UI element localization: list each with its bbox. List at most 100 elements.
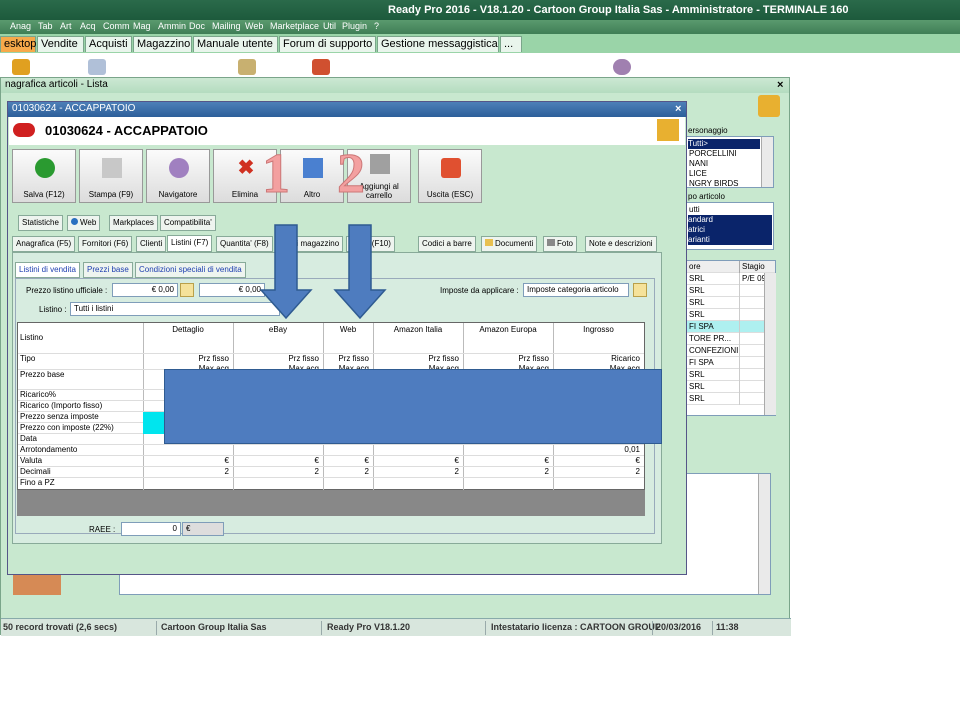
grid-cell-highlight[interactable] xyxy=(143,412,165,423)
grid-cell[interactable]: € xyxy=(373,456,459,465)
menu-item-plugin[interactable]: Plugin xyxy=(342,21,367,31)
exit-button[interactable]: Uscita (ESC) xyxy=(418,149,482,203)
list-item[interactable]: Tutti> xyxy=(688,139,760,149)
list-item[interactable]: arianti xyxy=(688,235,772,245)
table-row[interactable]: SRL P/E 09 xyxy=(687,273,775,285)
tab-foto[interactable]: Foto xyxy=(543,236,578,252)
prezzo-listino-input-2[interactable]: € 0,00 xyxy=(199,283,265,297)
menu-item-tab[interactable]: Tab xyxy=(38,21,53,31)
menu-item-acq[interactable]: Acq xyxy=(80,21,96,31)
tab-listini-vendita[interactable]: Listini di vendita xyxy=(15,262,80,278)
list-item[interactable]: PORCELLINI xyxy=(689,149,737,159)
supplier-table-scrollbar[interactable] xyxy=(764,273,776,415)
table-row[interactable]: TORE PR... xyxy=(687,333,775,345)
grid-cell[interactable]: € xyxy=(463,456,549,465)
grid-cell[interactable]: Prz fisso xyxy=(143,354,229,363)
tab-desktop[interactable]: esktop xyxy=(0,36,36,52)
menu-item-help[interactable]: ? xyxy=(374,21,379,31)
prezzo-listino-input[interactable]: € 0,00 xyxy=(112,283,178,297)
table-row[interactable]: SRL xyxy=(687,393,775,405)
tab-magazzino[interactable]: di magazzino xyxy=(288,236,344,252)
menu-item-comm[interactable]: Comm xyxy=(103,21,130,31)
tab-marketplaces[interactable]: Markplaces xyxy=(109,215,158,231)
tab-clienti[interactable]: Clienti xyxy=(136,236,167,252)
raee-input[interactable]: 0 xyxy=(121,522,181,536)
table-row[interactable]: FI SPA xyxy=(687,357,775,369)
tab-magazzino[interactable]: Magazzino xyxy=(133,36,192,52)
tab-listini[interactable]: Listini (F7) xyxy=(167,235,213,252)
list-item[interactable]: NGRY BIRDS xyxy=(689,179,739,189)
grid-cell[interactable]: € xyxy=(553,456,640,465)
navigator-button[interactable]: Navigatore xyxy=(146,149,210,203)
menu-item-web[interactable]: Web xyxy=(245,21,263,31)
personaggio-list[interactable]: Tutti> PORCELLINI NANI LICE NGRY BIRDS xyxy=(686,136,774,188)
grid-column-header[interactable]: Amazon Italia xyxy=(373,325,463,334)
grid-column-header[interactable]: Dettaglio xyxy=(143,325,233,334)
tab-note[interactable]: Note e descrizioni xyxy=(585,236,657,252)
table-row[interactable]: SRL xyxy=(687,381,775,393)
table-row[interactable]: SRL xyxy=(687,369,775,381)
tab-documenti[interactable]: Documenti xyxy=(481,236,538,252)
grid-cell[interactable]: Prz fisso xyxy=(323,354,369,363)
tab-web[interactable]: Web xyxy=(67,215,101,231)
table-row[interactable]: SRL xyxy=(687,285,775,297)
list-item[interactable]: atrici xyxy=(688,225,772,235)
menu-item-marketplace[interactable]: Marketplace xyxy=(270,21,319,31)
menu-item-ammin[interactable]: Ammin xyxy=(158,21,186,31)
save-button[interactable]: Salva (F12) xyxy=(12,149,76,203)
folder-icon[interactable] xyxy=(180,283,194,297)
grid-cell[interactable]: 2 xyxy=(373,467,459,476)
tab-statistiche[interactable]: Statistiche xyxy=(18,215,63,231)
grid-cell[interactable]: 2 xyxy=(323,467,369,476)
list-close-icon[interactable]: × xyxy=(777,79,783,91)
grid-cell[interactable]: Ricarico xyxy=(553,354,640,363)
grid-cell[interactable]: Prz fisso xyxy=(373,354,459,363)
tab-manuale-utente[interactable]: Manuale utente xyxy=(193,36,278,52)
notes-scrollbar[interactable] xyxy=(758,474,770,594)
table-row[interactable]: CONFEZIONI xyxy=(687,345,775,357)
personaggio-scrollbar[interactable] xyxy=(761,137,773,187)
print-button[interactable]: Stampa (F9) xyxy=(79,149,143,203)
grid-column-header[interactable]: eBay xyxy=(233,325,323,334)
navigator-icon[interactable] xyxy=(613,59,631,75)
tab-forum[interactable]: Forum di supporto xyxy=(279,36,376,52)
grid-cell[interactable]: 2 xyxy=(143,467,229,476)
article-close-icon[interactable]: × xyxy=(675,103,681,115)
calculator-icon[interactable] xyxy=(88,59,106,75)
list-item[interactable]: NANI xyxy=(689,159,708,169)
grid-cell[interactable]: Prz fisso xyxy=(463,354,549,363)
chart-icon[interactable] xyxy=(312,59,330,75)
tab-prezzi-base[interactable]: Prezzi base xyxy=(83,262,133,278)
tab-more[interactable]: ... xyxy=(500,36,522,52)
grid-cell[interactable]: 0,01 xyxy=(553,445,640,454)
menu-item-mailing[interactable]: Mailing xyxy=(212,21,241,31)
grid-column-header[interactable]: Ingrosso xyxy=(553,325,644,334)
menu-item-art[interactable]: Art xyxy=(60,21,72,31)
tab-messaggistica[interactable]: Gestione messaggistica xyxy=(377,36,499,52)
tab-vendite[interactable]: Vendite xyxy=(37,36,84,52)
grid-cell[interactable]: € xyxy=(323,456,369,465)
tab-compatibilita[interactable]: Compatibilita' xyxy=(160,215,216,231)
grid-column-header[interactable]: Amazon Europa xyxy=(463,325,553,334)
grid-column-header[interactable]: Web xyxy=(323,325,373,334)
tab-movimenti[interactable]: menti (F10) xyxy=(346,236,395,252)
tab-anagrafica[interactable]: Anagrafica (F5) xyxy=(12,236,76,252)
folder-icon[interactable] xyxy=(633,283,647,297)
menu-item-util[interactable]: Util xyxy=(323,21,336,31)
box-icon[interactable] xyxy=(12,59,30,75)
grid-cell[interactable]: 2 xyxy=(233,467,319,476)
grid-cell-highlight[interactable] xyxy=(143,423,165,434)
table-row[interactable]: FI SPA xyxy=(687,321,775,333)
list-item[interactable]: utti xyxy=(689,205,700,215)
listino-select[interactable]: Tutti i listini xyxy=(70,302,280,316)
grid-cell[interactable]: € xyxy=(143,456,229,465)
tab-acquisti[interactable]: Acquisti xyxy=(85,36,132,52)
grid-cell[interactable]: Prz fisso xyxy=(233,354,319,363)
tab-quantita[interactable]: Quantita' (F8) xyxy=(216,236,273,252)
tab-fornitori[interactable]: Fornitori (F6) xyxy=(78,236,133,252)
grid-cell[interactable]: 2 xyxy=(553,467,640,476)
grid-cell[interactable]: 2 xyxy=(463,467,549,476)
imposte-input[interactable]: Imposte categoria articolo xyxy=(523,283,629,297)
grid-cell[interactable]: € xyxy=(233,456,319,465)
tipo-articolo-list[interactable]: utti andard atrici arianti xyxy=(686,202,774,250)
